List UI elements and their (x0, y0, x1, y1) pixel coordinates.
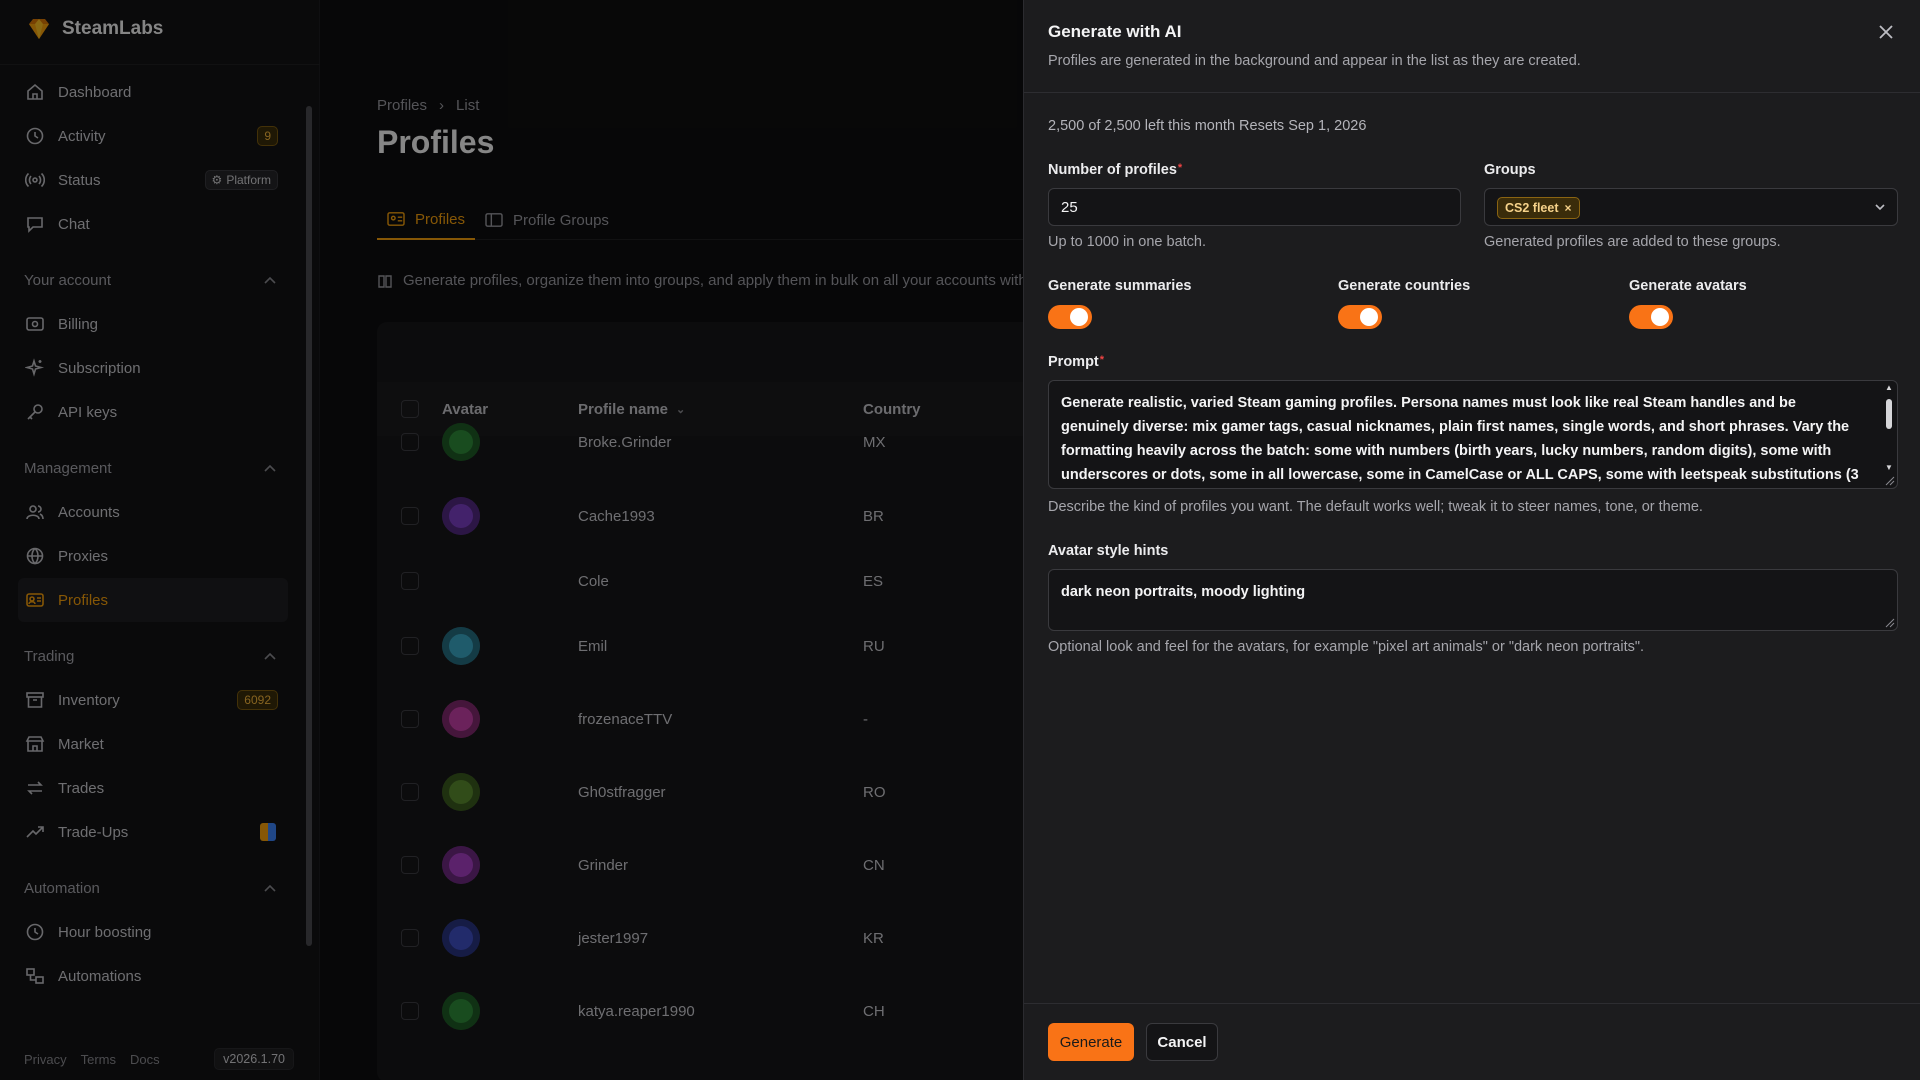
generate-countries-label: Generate countries (1338, 278, 1471, 294)
generate-avatars-toggle[interactable] (1629, 305, 1673, 329)
scrollbar-thumb[interactable] (1886, 399, 1892, 429)
groups-label: Groups (1484, 162, 1536, 178)
toggle-knob (1360, 308, 1378, 326)
prompt-label: Prompt* (1048, 354, 1105, 370)
divider (1024, 1003, 1920, 1004)
generate-summaries-label: Generate summaries (1048, 278, 1192, 294)
groups-select[interactable]: CS2 fleet × (1484, 188, 1898, 226)
required-marker: * (1099, 354, 1105, 366)
resize-grip-icon[interactable] (1885, 618, 1895, 628)
prompt-help: Describe the kind of profiles you want. … (1048, 499, 1703, 515)
generate-countries-toggle[interactable] (1338, 305, 1382, 329)
group-chip: CS2 fleet × (1497, 197, 1580, 219)
toggle-knob (1070, 308, 1088, 326)
groups-help: Generated profiles are added to these gr… (1484, 234, 1781, 250)
prompt-text: Generate realistic, varied Steam gaming … (1061, 395, 1859, 483)
prompt-textarea[interactable]: Generate realistic, varied Steam gaming … (1048, 380, 1898, 489)
number-of-profiles-label: Number of profiles* (1048, 162, 1183, 178)
dialog-title: Generate with AI (1048, 22, 1182, 41)
generate-summaries-toggle[interactable] (1048, 305, 1092, 329)
chip-remove-icon[interactable]: × (1565, 201, 1572, 215)
divider (1024, 92, 1920, 93)
avatar-hints-help: Optional look and feel for the avatars, … (1048, 639, 1645, 655)
generate-avatars-label: Generate avatars (1629, 278, 1747, 294)
avatar-hints-text: dark neon portraits, moody lighting (1061, 584, 1306, 600)
number-of-profiles-input[interactable] (1048, 188, 1461, 226)
scroll-down-icon[interactable]: ▼ (1885, 463, 1893, 472)
prompt-scrollbar[interactable]: ▲ ▼ (1883, 383, 1895, 483)
scroll-up-icon[interactable]: ▲ (1885, 383, 1893, 392)
toggle-knob (1651, 308, 1669, 326)
generate-button[interactable]: Generate (1048, 1023, 1134, 1061)
number-help: Up to 1000 in one batch. (1048, 234, 1207, 250)
resize-grip-icon[interactable] (1885, 476, 1895, 486)
required-marker: * (1177, 162, 1183, 174)
avatar-hints-label: Avatar style hints (1048, 543, 1169, 559)
quota-text: 2,500 of 2,500 left this month Resets Se… (1048, 118, 1367, 134)
dialog-subtitle: Profiles are generated in the background… (1048, 53, 1581, 69)
close-icon[interactable] (1876, 22, 1896, 42)
generate-ai-dialog: Generate with AI Profiles are generated … (1023, 0, 1920, 1080)
cancel-button[interactable]: Cancel (1146, 1023, 1218, 1061)
chevron-down-icon (1873, 200, 1887, 214)
avatar-hints-textarea[interactable]: dark neon portraits, moody lighting (1048, 569, 1898, 631)
